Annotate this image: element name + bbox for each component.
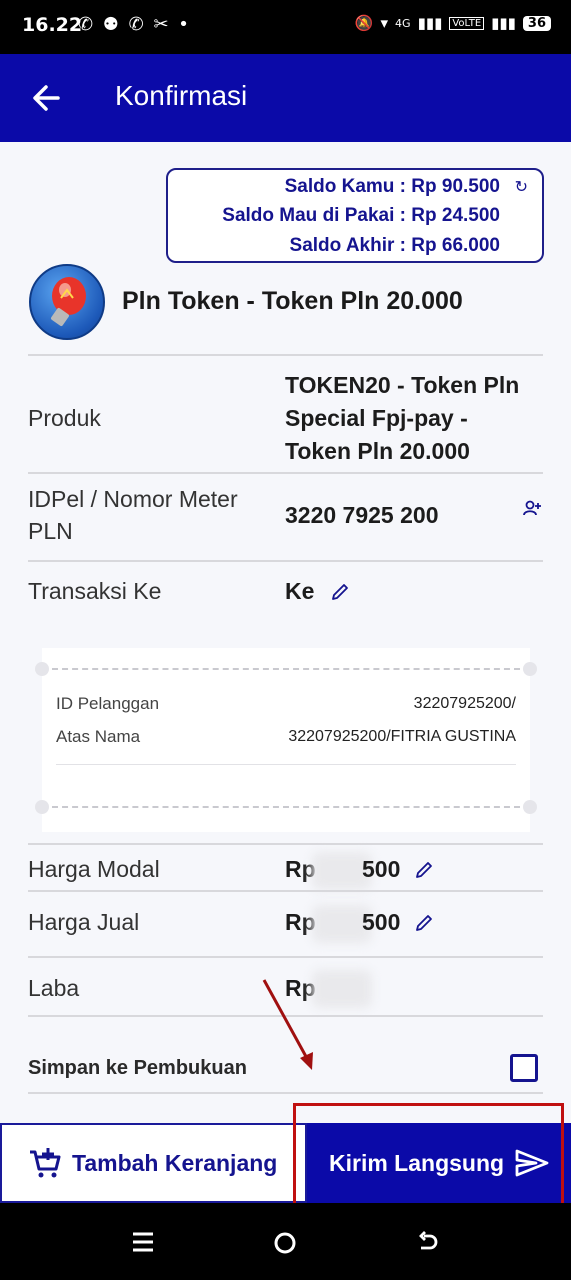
system-nav-bar: [0, 1203, 571, 1280]
recent-apps-icon[interactable]: [130, 1231, 156, 1253]
back-nav-icon[interactable]: [416, 1231, 440, 1255]
home-icon[interactable]: [273, 1231, 297, 1255]
annotation-arrow: [262, 979, 313, 1070]
